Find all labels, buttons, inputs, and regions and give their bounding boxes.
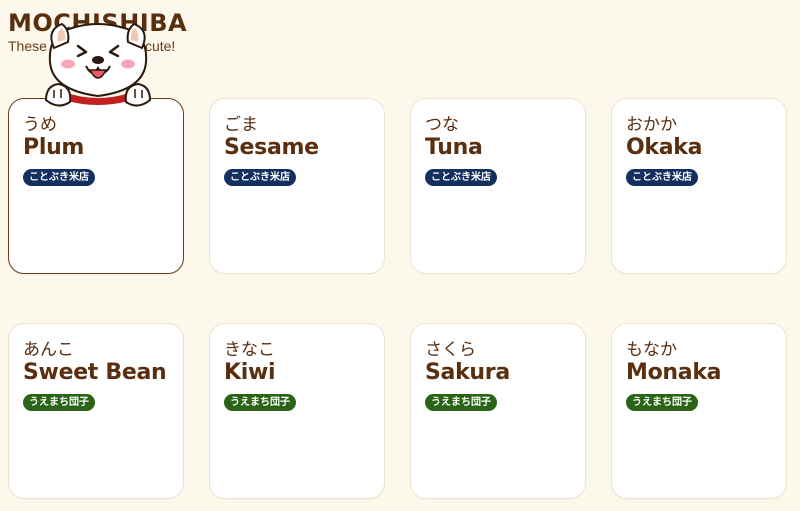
mochi-card-tuna[interactable]: つな Tuna ことぶき米店 — [410, 98, 586, 274]
card-kana: おかか — [626, 115, 677, 135]
shop-badge: うえまち団子 — [23, 394, 95, 411]
mochi-card-kiwi[interactable]: きなこ Kiwi うえまち団子 — [209, 323, 385, 499]
card-kana: さくら — [425, 340, 476, 360]
shop-badge: ことぶき米店 — [224, 169, 296, 186]
card-kana: ごま — [224, 115, 258, 135]
shop-badge: うえまち団子 — [425, 394, 497, 411]
card-kana: あんこ — [23, 340, 74, 360]
card-kana: つな — [425, 115, 459, 135]
card-name: Plum — [23, 135, 85, 160]
card-kana: うめ — [23, 115, 57, 135]
shop-badge: ことぶき米店 — [626, 169, 698, 186]
card-name: Tuna — [425, 135, 483, 160]
shop-badge: ことぶき米店 — [425, 169, 497, 186]
mochi-card-sakura[interactable]: さくら Sakura うえまち団子 — [410, 323, 586, 499]
card-name: Kiwi — [224, 360, 276, 385]
mochi-card-okaka[interactable]: おかか Okaka ことぶき米店 — [611, 98, 787, 274]
card-name: Monaka — [626, 360, 722, 385]
shop-badge: うえまち団子 — [626, 394, 698, 411]
card-name: Okaka — [626, 135, 703, 160]
mochi-card-monaka[interactable]: もなか Monaka うえまち団子 — [611, 323, 787, 499]
card-kana: もなか — [626, 340, 677, 360]
mochi-card-plum[interactable]: うめ Plum ことぶき米店 — [8, 98, 184, 274]
card-name: Sakura — [425, 360, 510, 385]
shiba-dog-mascot-icon — [28, 20, 168, 116]
card-name: Sweet Bean — [23, 360, 167, 385]
mochi-card-sweet-bean[interactable]: あんこ Sweet Bean うえまち団子 — [8, 323, 184, 499]
card-kana: きなこ — [224, 340, 275, 360]
shop-badge: うえまち団子 — [224, 394, 296, 411]
card-name: Sesame — [224, 135, 319, 160]
mochi-card-sesame[interactable]: ごま Sesame ことぶき米店 — [209, 98, 385, 274]
page: MOCHISHIBA These mochi are fully cute! — [0, 0, 800, 511]
shop-badge: ことぶき米店 — [23, 169, 95, 186]
mochi-grid: うめ Plum ことぶき米店 ごま Sesame ことぶき米店 つな Tuna … — [8, 98, 790, 511]
